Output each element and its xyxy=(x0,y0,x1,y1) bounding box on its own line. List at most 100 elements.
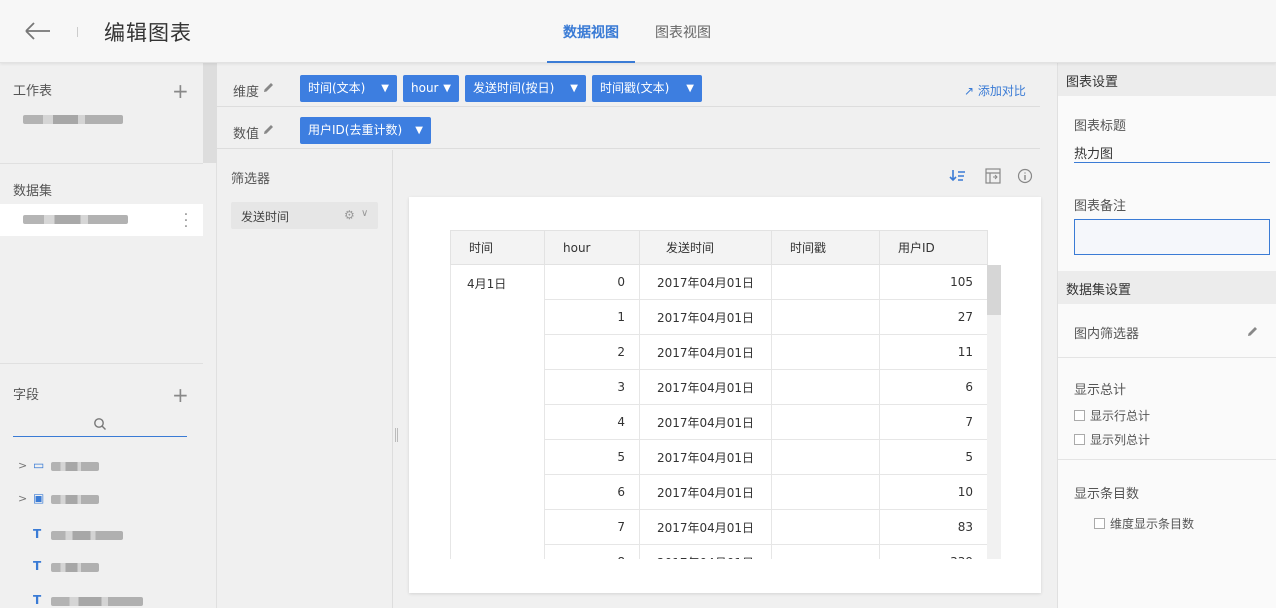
column-header[interactable]: hour xyxy=(544,230,640,265)
worksheet-item[interactable] xyxy=(23,113,133,124)
edit-icon[interactable] xyxy=(1246,325,1259,338)
chart-note-label: 图表备注 xyxy=(1074,199,1127,214)
left-scrollbar[interactable] xyxy=(203,63,217,163)
chevron-down-icon: ▼ xyxy=(686,83,694,94)
filter-title: 筛选器 xyxy=(231,172,271,187)
calendar-icon: ▭ xyxy=(33,458,45,472)
add-compare-button[interactable]: ↗ 添加对比 xyxy=(964,82,1026,99)
tab-data-view[interactable]: 数据视图 xyxy=(547,22,635,63)
settings-panel: 图表设置 图表标题 热力图 图表备注 数据集设置 图内筛选器 显示总计 显示行总… xyxy=(1057,63,1276,608)
timestamp-cell xyxy=(771,404,880,440)
tab-chart-view[interactable]: 图表视图 xyxy=(647,22,719,63)
add-field-icon[interactable]: + xyxy=(172,385,189,405)
dimension-pill[interactable]: hour ▼ xyxy=(403,75,459,102)
dataset-settings-header: 数据集设置 xyxy=(1058,271,1276,304)
table-row[interactable]: 4月1日 0 2017年04月01日 105 xyxy=(450,264,988,559)
dimension-pill[interactable]: 发送时间(按日) ▼ xyxy=(465,75,586,102)
field-search-input[interactable] xyxy=(13,413,187,437)
chart-note-input[interactable] xyxy=(1074,219,1270,255)
timestamp-cell xyxy=(771,439,880,475)
chevron-down-icon[interactable]: ∨ xyxy=(361,208,368,219)
hour-cell: 6 xyxy=(544,474,640,510)
scroll-thumb[interactable] xyxy=(987,265,1001,315)
dataset-item[interactable]: · · · xyxy=(0,204,203,236)
dimension-shelf: 维度 时间(文本) ▼ hour ▼ 发送时间(按日) ▼ 时间戳(文本) ▼ ↗ 添加… xyxy=(217,65,1040,107)
hour-cell: 5 xyxy=(544,439,640,475)
chart-title-label: 图表标题 xyxy=(1074,119,1127,134)
dataset-title: 数据集 xyxy=(13,184,53,199)
send-time-cell: 2017年04月01日 xyxy=(639,439,772,475)
chart-title-input[interactable]: 热力图 xyxy=(1074,141,1270,163)
hour-cell: 4 xyxy=(544,404,640,440)
show-col-total-checkbox[interactable]: 显示列总计 xyxy=(1074,431,1150,448)
dimension-pill[interactable]: 时间戳(文本) ▼ xyxy=(592,75,702,102)
dataset-name xyxy=(23,215,128,224)
send-time-cell: 2017年04月01日 xyxy=(639,264,772,300)
calendar-icon: ▣ xyxy=(33,491,45,505)
column-header[interactable]: 用户ID xyxy=(879,230,988,265)
search-icon xyxy=(94,418,106,430)
chevron-right-icon: > xyxy=(18,459,28,472)
divider xyxy=(0,163,203,164)
info-icon[interactable] xyxy=(1016,167,1034,185)
column-header[interactable]: 时间戳 xyxy=(771,230,880,265)
timestamp-cell xyxy=(771,509,880,545)
show-row-total-checkbox[interactable]: 显示行总计 xyxy=(1074,407,1150,424)
user-id-cell: 6 xyxy=(879,369,988,405)
text-type-icon: T xyxy=(33,593,42,607)
send-time-cell: 2017年04月01日 xyxy=(639,369,772,405)
hour-cell: 1 xyxy=(544,299,640,335)
timestamp-cell xyxy=(771,299,880,335)
user-id-cell: 11 xyxy=(879,334,988,370)
in-chart-filter-label: 图内筛选器 xyxy=(1074,327,1140,342)
send-time-cell: 2017年04月01日 xyxy=(639,544,772,559)
filter-chip[interactable]: 发送时间 ⚙ ∨ xyxy=(231,202,378,229)
user-id-cell: 27 xyxy=(879,299,988,335)
field-group[interactable]: > ▭ xyxy=(18,458,198,476)
field-item[interactable]: T xyxy=(18,559,198,577)
data-table-card: 时间 hour 发送时间 时间戳 用户ID 4月1日 0 2017年04月01日 10… xyxy=(409,197,1041,593)
chevron-down-icon: ▼ xyxy=(570,83,578,94)
divider xyxy=(1058,459,1276,460)
timestamp-cell xyxy=(771,544,880,559)
field-item[interactable]: T xyxy=(18,527,198,545)
time-cell: 4月1日 xyxy=(450,264,545,559)
hour-cell: 3 xyxy=(544,369,640,405)
column-header[interactable]: 发送时间 xyxy=(639,230,772,265)
chart-settings-header: 图表设置 xyxy=(1058,63,1276,96)
user-id-cell: 5 xyxy=(879,439,988,475)
add-worksheet-icon[interactable]: + xyxy=(172,81,189,101)
sort-icon[interactable] xyxy=(949,167,967,185)
resize-handle[interactable] xyxy=(395,428,398,442)
user-id-cell: 105 xyxy=(879,264,988,300)
send-time-cell: 2017年04月01日 xyxy=(639,404,772,440)
filter-panel: 筛选器 发送时间 ⚙ ∨ xyxy=(217,150,398,608)
user-id-cell: 10 xyxy=(879,474,988,510)
value-pill[interactable]: 用户ID(去重计数) ▼ xyxy=(300,117,431,144)
compare-icon: ↗ xyxy=(964,84,975,98)
timestamp-cell xyxy=(771,369,880,405)
more-icon[interactable]: · · · xyxy=(182,208,190,234)
text-type-icon: T xyxy=(33,527,42,541)
dim-show-count-checkbox[interactable]: 维度显示条目数 xyxy=(1094,515,1194,532)
edit-icon[interactable] xyxy=(262,81,275,94)
show-total-label: 显示总计 xyxy=(1074,383,1127,398)
fields-title: 字段 xyxy=(13,388,40,403)
table-viewport: 时间 hour 发送时间 时间戳 用户ID 4月1日 0 2017年04月01日 10… xyxy=(409,197,1041,559)
table-scrollbar[interactable] xyxy=(987,265,1001,559)
back-arrow-icon[interactable] xyxy=(22,18,52,44)
divider xyxy=(1058,357,1276,358)
field-item[interactable]: T xyxy=(18,593,198,608)
transpose-icon[interactable] xyxy=(984,167,1002,185)
gear-icon[interactable]: ⚙ xyxy=(344,208,355,222)
show-count-label: 显示条目数 xyxy=(1074,487,1140,502)
edit-icon[interactable] xyxy=(262,123,275,136)
timestamp-cell xyxy=(771,264,880,300)
field-group[interactable]: > ▣ xyxy=(18,491,198,509)
value-label: 数值 xyxy=(233,127,260,142)
dimension-pill[interactable]: 时间(文本) ▼ xyxy=(300,75,397,102)
chevron-down-icon: ▼ xyxy=(381,83,389,94)
table-header-row: 时间 hour 发送时间 时间戳 用户ID xyxy=(450,230,988,265)
send-time-cell: 2017年04月01日 xyxy=(639,299,772,335)
column-header[interactable]: 时间 xyxy=(450,230,545,265)
